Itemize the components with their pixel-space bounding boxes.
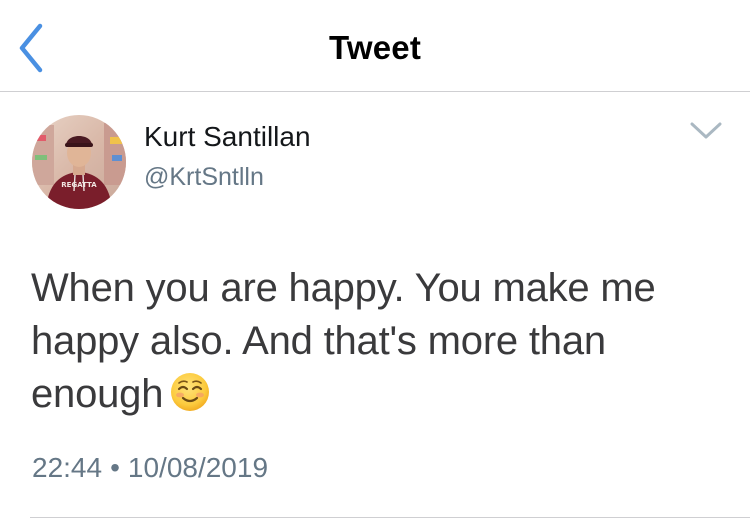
author-display-name[interactable]: Kurt Santillan [144,121,311,153]
tweet-text: When you are happy. You make me happy al… [31,262,721,421]
smiling-face-icon [169,371,211,413]
tweet-timestamp: 22:44 • 10/08/2019 [32,452,268,484]
page-title: Tweet [328,29,422,66]
tweet-date: 10/08/2019 [127,452,269,483]
chevron-down-icon [690,122,722,139]
more-options-button[interactable] [686,118,726,144]
author-handle[interactable]: @KrtSntlln [144,163,264,192]
tweet-time: 22:44 [32,452,103,483]
profile-photo-icon: REGATTA [32,115,126,209]
avatar-print-text: REGATTA [61,181,97,189]
navigation-bar: Tweet [0,0,750,92]
timestamp-separator: • [110,452,120,483]
tweet-text-content: When you are happy. You make me happy al… [31,266,656,416]
avatar[interactable]: REGATTA [32,115,126,209]
divider [30,517,750,518]
